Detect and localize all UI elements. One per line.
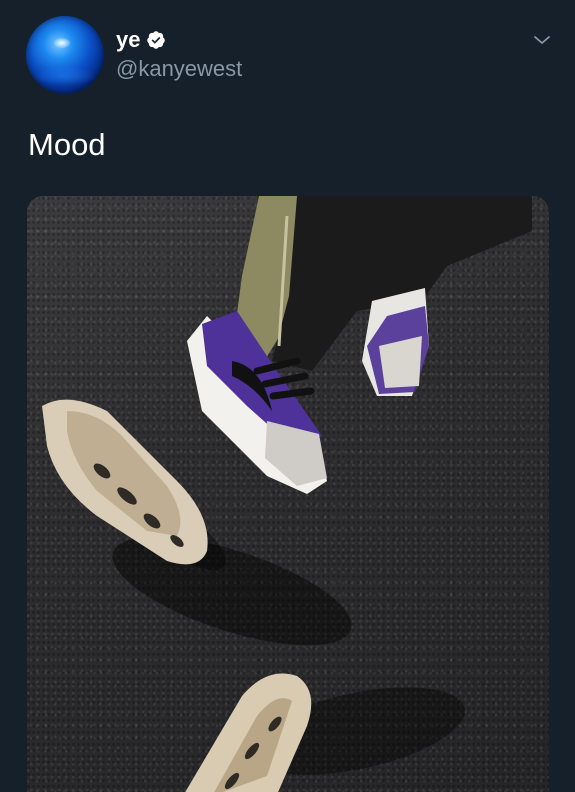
tweet-menu-button[interactable] (528, 28, 556, 52)
photo-content (42, 196, 532, 792)
avatar-glow (34, 66, 96, 86)
display-name[interactable]: ye (116, 27, 140, 53)
tweet-photo[interactable] (27, 196, 549, 792)
user-handle[interactable]: @kanyewest (116, 56, 242, 82)
tweet-text: Mood (28, 127, 106, 162)
verified-badge-icon (147, 31, 166, 49)
chevron-down-icon (534, 36, 550, 44)
avatar-highlight (54, 38, 70, 48)
display-name-row[interactable]: ye (116, 27, 166, 53)
tweet-card: ye @kanyewest Mood (0, 0, 575, 792)
user-avatar[interactable] (26, 16, 104, 94)
